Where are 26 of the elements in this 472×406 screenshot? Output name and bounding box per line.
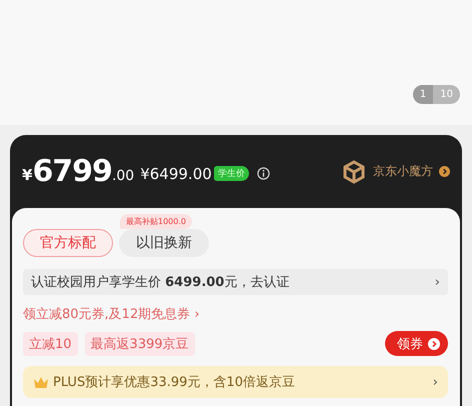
chevron-icon: › — [434, 274, 440, 290]
plus-bar[interactable]: PLUS预计享优惠33.99元，含10倍返京豆 › — [23, 366, 448, 398]
chevron-circle-icon[interactable] — [439, 166, 450, 177]
option-tab[interactable]: 官方标配 — [23, 229, 113, 257]
promo-tag: 立减10 — [23, 332, 78, 356]
info-icon[interactable] — [256, 167, 270, 180]
pager-current: 1 — [412, 85, 434, 104]
student-badge: 学生价 — [214, 166, 249, 181]
student-notice-text: 认证校园用户享学生价 6499.00元，去认证 — [31, 274, 290, 291]
promo-tag: 最高返3399京豆 — [84, 332, 195, 356]
coupon-link[interactable]: 领立减80元券,及12期免息券 › — [23, 305, 448, 323]
get-coupon-button[interactable]: 领券 — [385, 331, 448, 356]
currency-symbol: ¥ — [22, 166, 32, 184]
subsidy-badge: 最高补贴1000.0 — [120, 214, 192, 229]
price-decimal: .00 — [112, 168, 134, 184]
pager-total: 10 — [439, 89, 454, 100]
chevron-circle-icon — [428, 338, 440, 350]
student-notice[interactable]: 认证校园用户享学生价 6499.00元，去认证 › — [23, 269, 448, 295]
plus-text: PLUS预计享优惠33.99元，含10倍返京豆 — [53, 374, 296, 391]
option-tab[interactable]: 以旧换新 — [119, 229, 209, 257]
crown-icon — [33, 376, 49, 388]
cube-logo-icon — [341, 158, 367, 184]
brand-name[interactable]: 京东小魔方 — [373, 163, 433, 180]
price-integer: 6799 — [32, 154, 112, 189]
student-price: ¥6499.00 — [140, 164, 212, 182]
chevron-icon: › — [432, 374, 438, 390]
